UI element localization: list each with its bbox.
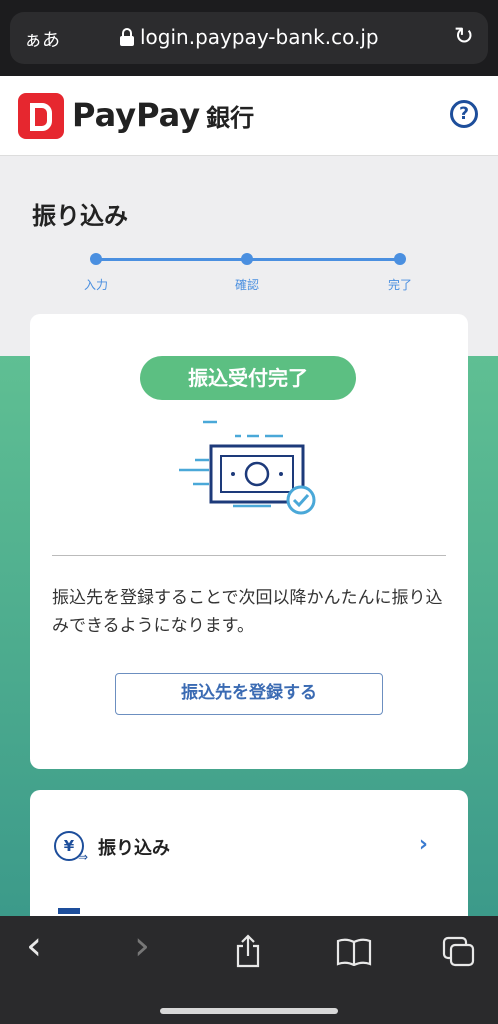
back-icon[interactable]: ‹	[26, 926, 42, 966]
progress-stepper: 入力 確認 完了	[84, 252, 414, 292]
url-text: login.paypay-bank.co.jp	[140, 25, 379, 49]
text-size-button[interactable]: ぁあ	[24, 26, 60, 52]
address-bar[interactable]: ぁあ login.paypay-bank.co.jp ↻	[10, 12, 488, 64]
logo-bank: 銀行	[206, 104, 255, 132]
menu-item-transfer[interactable]: ¥ ⇒ 振り込み ›	[30, 816, 468, 882]
web-page: PayPay 銀行 ? 振り込み 入力 確認 完了 振込受付完了 振込先を登録す…	[0, 76, 498, 916]
menu-item-label: 振り込み	[98, 838, 170, 859]
forward-icon[interactable]: ›	[134, 926, 150, 966]
site-header: PayPay 銀行 ?	[0, 76, 498, 156]
banknote-check-icon	[179, 420, 316, 515]
logo-name: PayPay	[72, 96, 201, 134]
help-icon[interactable]: ?	[450, 100, 478, 128]
register-payee-button[interactable]: 振込先を登録する	[115, 673, 383, 715]
page-title: 振り込み	[32, 202, 128, 230]
browser-toolbar: ‹ ›	[0, 916, 498, 1024]
home-indicator	[160, 1008, 338, 1014]
url-display[interactable]: login.paypay-bank.co.jp	[120, 25, 379, 49]
transfer-complete-card: 振込受付完了 振込先を登録することで次回以降かんたんに振り込みできるようになりま…	[30, 314, 468, 769]
register-description: 振込先を登録することで次回以降かんたんに振り込みできるようになります。	[52, 588, 443, 636]
main-content: 振り込み 入力 確認 完了 振込受付完了 振込先を登録することで次回以降かんたん…	[0, 156, 498, 916]
step-dot-confirm	[241, 253, 253, 265]
arrow-icon: ⇒	[78, 850, 89, 864]
step-dot-complete	[394, 253, 406, 265]
share-icon[interactable]	[234, 934, 262, 968]
book-icon[interactable]	[336, 938, 372, 966]
reload-icon[interactable]: ↻	[454, 24, 474, 48]
menu-item-icon-partial	[58, 908, 80, 914]
browser-top-bar: ぁあ login.paypay-bank.co.jp ↻	[0, 0, 498, 76]
paypay-logo-icon	[18, 93, 64, 139]
step-dot-input	[90, 253, 102, 265]
menu-card: ¥ ⇒ 振り込み ›	[30, 790, 468, 916]
site-logo-text[interactable]: PayPay 銀行	[72, 96, 254, 134]
step-label-confirm: 確認	[234, 278, 260, 292]
chevron-right-icon: ›	[418, 832, 428, 857]
step-label-complete: 完了	[387, 278, 413, 292]
status-badge: 振込受付完了	[140, 356, 356, 400]
step-label-input: 入力	[83, 278, 109, 292]
lock-icon	[120, 28, 134, 46]
tabs-icon[interactable]	[442, 936, 476, 968]
divider	[52, 555, 446, 556]
